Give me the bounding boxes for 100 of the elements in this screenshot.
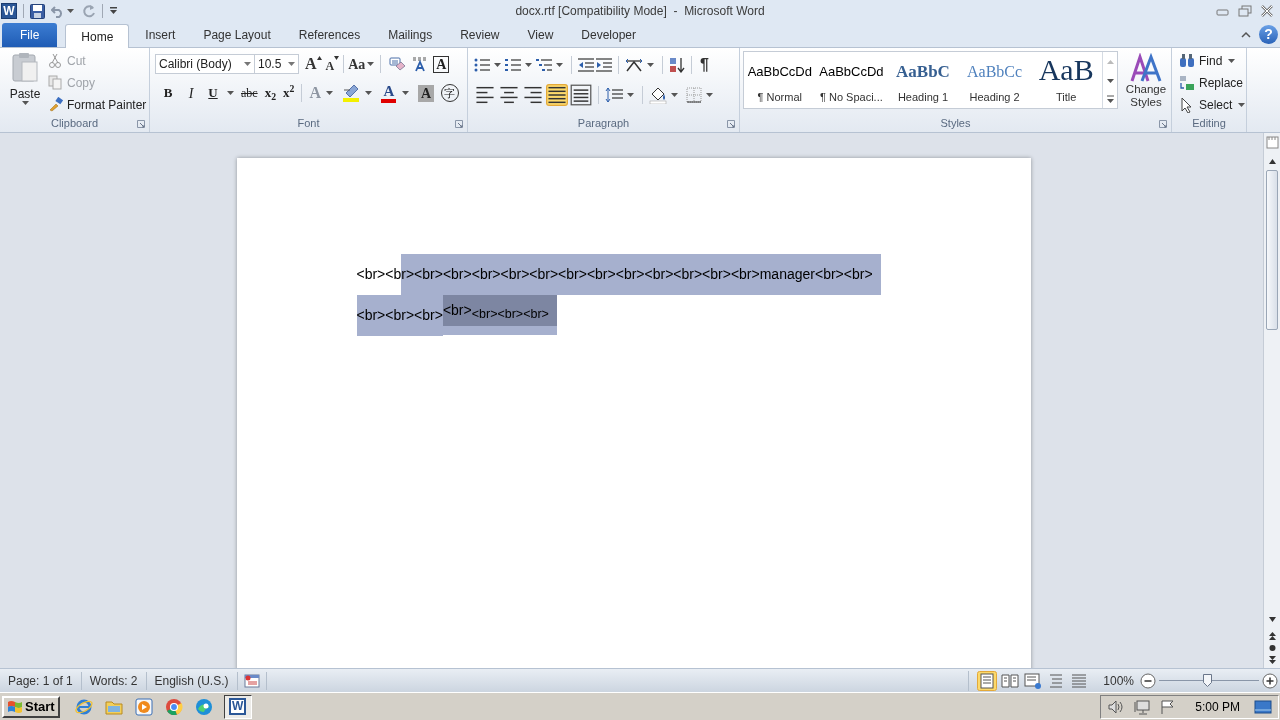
media-player-icon[interactable] [133,696,154,717]
ribbon-button[interactable]: Format Painter [48,95,147,114]
ribbon-tab[interactable]: View [515,23,566,47]
change-styles-button[interactable]: Change Styles [1120,51,1172,109]
align-justify-icon[interactable] [546,84,568,106]
caret-icon[interactable] [671,93,678,97]
align-center-icon[interactable] [498,84,520,106]
scroll-thumb[interactable] [1266,170,1278,330]
underline-button[interactable]: U [204,83,222,103]
style-item[interactable]: AaB Title [1030,52,1102,108]
zoom-slider[interactable] [1159,672,1259,689]
dropdown-icon[interactable] [244,62,251,66]
caret-icon[interactable] [525,63,532,67]
ribbon-button[interactable]: Select [1179,95,1248,114]
speaker-icon[interactable] [1107,698,1126,715]
file-tab[interactable]: File [2,23,58,47]
strikethrough-button[interactable]: abc [241,84,258,102]
zoom-level-button[interactable]: 100% [1103,671,1134,690]
caret-icon[interactable] [494,63,501,67]
styles-gallery[interactable]: AaBbCcDd ¶ Normal AaBbCcDd ¶ No Spaci... AaBbC Heading 1 AaBbCc Heading 2 AaB Title [743,51,1118,109]
save-icon[interactable] [30,3,45,19]
ribbon-tab[interactable]: Home [65,24,130,48]
align-right-icon[interactable] [522,84,544,106]
word-logo: W [1,3,17,19]
font-name-field[interactable]: Calibri (Body) [155,54,255,74]
dialog-launcher-icon[interactable] [455,120,463,128]
multilevel-list-icon[interactable] [536,58,552,72]
taskbar-button[interactable]: W [223,694,252,719]
show-desktop-icon[interactable] [1254,698,1272,715]
character-border-button[interactable]: A [433,55,450,73]
clock-time: 5:00 PM [1195,698,1240,716]
document-text: <br><br><br> [356,295,443,336]
asian-layout-icon[interactable] [625,58,643,72]
ribbon-tab[interactable]: Developer [569,23,648,47]
caret-icon[interactable] [401,91,409,95]
caret-icon[interactable] [67,9,74,13]
group-label: Font [297,116,320,132]
shrink-font-button[interactable]: A [325,56,335,75]
sort-icon[interactable] [669,57,685,73]
dialog-launcher-icon[interactable] [1159,120,1167,128]
dialog-launcher-icon[interactable] [137,120,145,128]
caret-icon[interactable] [627,93,634,97]
caret-icon[interactable] [1238,102,1246,107]
grow-font-button[interactable]: A [305,52,317,76]
show-marks-button[interactable]: ¶ [700,53,709,77]
slider-thumb[interactable] [1202,673,1212,687]
highlighter-icon[interactable] [341,84,360,102]
paste-button[interactable]: Paste [2,48,48,115]
character-shading-button[interactable]: A [417,84,434,102]
caret-icon[interactable] [367,62,375,66]
italic-button[interactable]: I [181,82,201,104]
caret-icon[interactable] [706,93,713,97]
caret-icon[interactable] [21,101,29,105]
clear-formatting-icon[interactable] [388,56,407,72]
dropdown-icon[interactable] [288,62,295,66]
change-case-button[interactable]: Aa [348,53,366,75]
ribbon-tab[interactable]: Page Layout [191,23,283,47]
style-item[interactable]: AaBbCcDd ¶ No Spaci... [815,52,888,108]
zoom-out-icon[interactable] [1140,672,1156,689]
caret-icon[interactable] [325,91,333,95]
style-item[interactable]: AaBbC Heading 1 [887,52,959,108]
font-size-field[interactable]: 10.5 [255,54,299,74]
align-left-icon[interactable] [474,84,496,106]
ribbon-button[interactable]: Replace [1179,73,1248,92]
customize-icon[interactable] [109,7,118,15]
dialog-launcher-icon[interactable] [727,120,735,128]
web-view-icon[interactable] [1023,670,1044,691]
caret-icon[interactable] [556,63,563,67]
help-button[interactable]: ? [1259,25,1278,44]
edge-icon[interactable] [193,696,214,717]
close-icon[interactable] [1260,5,1274,17]
increase-indent-icon[interactable] [596,58,612,72]
decrease-indent-icon[interactable] [578,58,594,72]
ribbon-tab[interactable]: References [286,23,373,47]
subscript-button[interactable]: x$_{2}$ [264,83,277,103]
ribbon-tab[interactable]: Insert [133,23,188,47]
track-changes-icon[interactable] [243,673,260,688]
caret-icon[interactable] [647,63,654,67]
font-color-button[interactable]: A [380,83,397,103]
ribbon-tab[interactable]: Mailings [376,23,445,47]
caret-icon[interactable] [1228,58,1236,63]
style-item[interactable]: AaBbCc Heading 2 [958,52,1031,108]
print-view-icon[interactable] [977,670,998,691]
bold-button[interactable]: B [158,83,178,103]
line-spacing-icon[interactable] [605,87,623,103]
caret-icon[interactable] [364,91,372,95]
align-distributed-icon[interactable] [570,84,592,106]
start-button[interactable]: Start [2,695,60,718]
chrome-icon[interactable] [163,696,184,717]
bullets-icon[interactable] [474,58,490,72]
ribbon-button[interactable]: Find [1179,51,1248,70]
zoom-in-icon[interactable] [1262,672,1278,689]
numbering-icon[interactable] [505,58,521,72]
borders-icon[interactable] [686,87,702,103]
shading-icon[interactable] [649,86,667,104]
caret-icon[interactable] [227,91,234,95]
style-item[interactable]: AaBbCcDd ¶ Normal [744,52,816,108]
ribbon-tab[interactable]: Review [448,23,512,47]
superscript-button[interactable]: x$^{2}$ [283,83,295,103]
collapse-ribbon-icon[interactable] [1241,31,1251,38]
